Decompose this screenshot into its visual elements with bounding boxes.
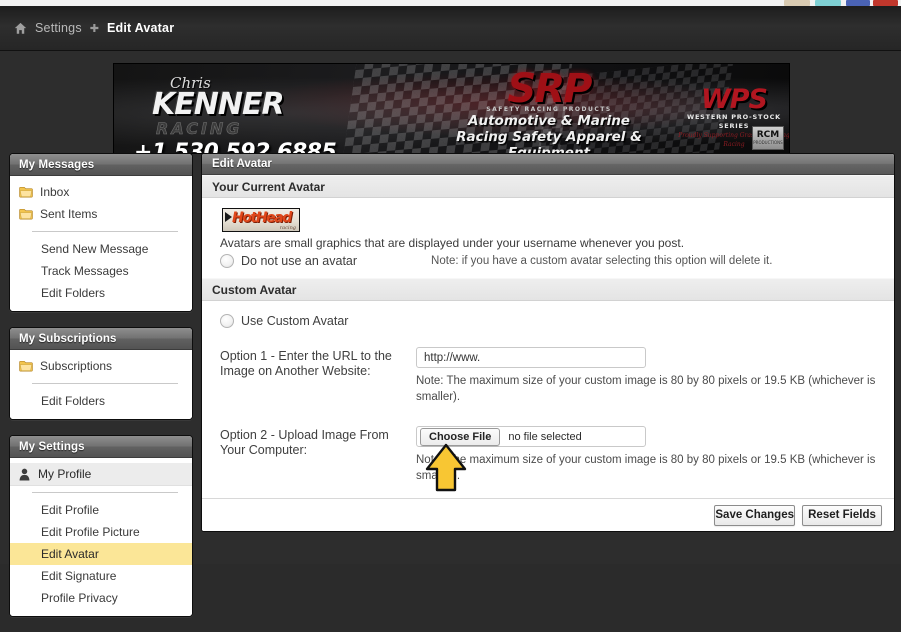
arrow-separator-icon: ✚ xyxy=(89,22,99,35)
section-body-current-avatar: HotHead racing Avatars are small graphic… xyxy=(202,198,894,278)
sidebar-item-sent-items[interactable]: Sent Items xyxy=(10,203,192,225)
sidebar-item-edit-profile[interactable]: Edit Profile xyxy=(10,499,192,521)
no-avatar-option-row[interactable]: Do not use an avatar Note: if you have a… xyxy=(220,254,882,268)
sidebar-item-edit-folders[interactable]: Edit Folders xyxy=(10,390,192,412)
file-selection-status: no file selected xyxy=(508,430,582,443)
choose-file-button[interactable]: Choose File xyxy=(420,427,501,446)
use-custom-avatar-option-row[interactable]: Use Custom Avatar xyxy=(220,314,882,328)
sidebar-item-edit-folders[interactable]: Edit Folders xyxy=(10,282,192,304)
avatar-logo-text: HotHead xyxy=(232,210,292,226)
sidebar-item-my-profile[interactable]: My Profile xyxy=(10,463,192,486)
option-1-row: Option 1 - Enter the URL to the Image on… xyxy=(220,347,882,405)
sidebar-divider xyxy=(32,383,178,384)
sidebar-block-body: My Profile Edit Profile Edit Profile Pictu… xyxy=(10,458,192,616)
banner-kenner-racing-logo: Chris KENNER RACING +1 530 592 6885 xyxy=(124,76,394,154)
sidebar-item-label: Edit Folders xyxy=(41,286,106,300)
breadcrumb-settings-link[interactable]: Settings xyxy=(35,21,82,35)
banner-srp-line2: Racing Safety Apparel & Equipment xyxy=(456,129,642,154)
sidebar-block-title: My Settings xyxy=(10,436,192,458)
sidebar-block-title: My Subscriptions xyxy=(10,328,192,350)
main-panel: Edit Avatar Your Current Avatar HotHead … xyxy=(201,153,895,532)
sidebar-block: My Settings My Profile Edit Profile Edit Pr… xyxy=(9,435,193,617)
folder-icon xyxy=(19,360,33,372)
sidebar-item-label: Inbox xyxy=(40,185,70,199)
banner-srp-tagline: SAFETY RACING PRODUCTS xyxy=(486,106,612,113)
banner-phone-number: +1 530 592 6885 xyxy=(134,140,337,154)
sidebar-item-label: Track Messages xyxy=(41,264,129,278)
sidebar-item-send-new-message[interactable]: Send New Message xyxy=(10,238,192,260)
panel-footer: Save Changes Reset Fields xyxy=(202,498,894,531)
sidebar-item-label: Subscriptions xyxy=(40,359,113,373)
radio-label-do-not-use-avatar[interactable]: Do not use an avatar xyxy=(241,254,357,268)
sidebar-divider xyxy=(32,492,178,493)
banner-kenner-racing-word: RACING xyxy=(156,119,243,138)
option-1-field-group: Note: The maximum size of your custom im… xyxy=(416,347,882,405)
banner-rcm-badge: RCM PRODUCTIONS xyxy=(752,126,784,150)
home-icon[interactable] xyxy=(14,22,27,35)
sidebar-block: My Subscriptions Subscriptions Edit Folder… xyxy=(9,327,193,420)
sidebar-item-label: My Profile xyxy=(38,467,92,481)
banner-srp-logo: SRP SAFETY RACING PRODUCTS Automotive & … xyxy=(414,66,684,154)
section-header-current-avatar: Your Current Avatar xyxy=(202,175,894,198)
avatar-description: Avatars are small graphics that are disp… xyxy=(220,236,685,250)
sidebar-block-title: My Messages xyxy=(10,154,192,176)
sidebar-block-body: Subscriptions Edit Folders xyxy=(10,350,192,419)
radio-use-custom-avatar[interactable] xyxy=(220,314,234,328)
sidebar-item-label: Profile Privacy xyxy=(41,591,118,605)
option-2-row: Option 2 - Upload Image From Your Comput… xyxy=(220,426,882,484)
folder-icon xyxy=(19,208,33,220)
sidebar-item-label: Edit Profile Picture xyxy=(41,525,140,539)
sidebar-block-body: Inbox Sent Items Send New Message Track Mes… xyxy=(10,176,192,311)
banner-srp-title: SRP xyxy=(507,66,593,112)
avatar-triangle-icon xyxy=(225,212,232,222)
sidebar-item-inbox[interactable]: Inbox xyxy=(10,181,192,203)
sidebar: My Messages Inbox Sent Items Send New Messa… xyxy=(9,153,193,632)
breadcrumb: Settings ✚ Edit Avatar xyxy=(0,6,901,51)
radio-label-use-custom-avatar[interactable]: Use Custom Avatar xyxy=(241,314,348,328)
section-header-custom-avatar: Custom Avatar xyxy=(202,278,894,301)
breadcrumb-current-page: Edit Avatar xyxy=(107,21,175,35)
radio-do-not-use-avatar[interactable] xyxy=(220,254,234,268)
panel-title: Edit Avatar xyxy=(202,154,894,175)
sidebar-item-edit-profile-picture[interactable]: Edit Profile Picture xyxy=(10,521,192,543)
banner-wps-title: WPS xyxy=(700,84,768,115)
reset-fields-button[interactable]: Reset Fields xyxy=(802,504,882,526)
option-2-label: Option 2 - Upload Image From Your Comput… xyxy=(220,428,389,457)
sidebar-item-subscriptions[interactable]: Subscriptions xyxy=(10,355,192,377)
save-changes-button[interactable]: Save Changes xyxy=(714,504,795,526)
sidebar-item-label: Send New Message xyxy=(41,242,149,256)
sidebar-item-label: Edit Avatar xyxy=(41,547,99,561)
banner-rcm-bottom: PRODUCTIONS xyxy=(753,140,783,145)
avatar-url-input[interactable] xyxy=(416,347,646,368)
sidebar-item-label: Edit Profile xyxy=(41,503,100,517)
banner-rcm-top: RCM xyxy=(756,130,780,140)
option-2-field-group: Choose File no file selected Note: The m… xyxy=(416,426,882,484)
option-2-note: Note: The maximum size of your custom im… xyxy=(416,454,876,482)
banner-kenner-name: KENNER xyxy=(152,87,285,122)
avatar-file-input[interactable]: Choose File no file selected xyxy=(416,426,646,447)
folder-icon xyxy=(19,186,33,198)
sidebar-item-label: Edit Signature xyxy=(41,569,117,583)
sidebar-item-label: Edit Folders xyxy=(41,394,106,408)
person-icon xyxy=(19,468,30,481)
option-1-label: Option 1 - Enter the URL to the Image on… xyxy=(220,349,392,378)
option-1-note: Note: The maximum size of your custom im… xyxy=(416,375,876,403)
no-avatar-note: Note: if you have a custom avatar select… xyxy=(431,255,773,267)
sidebar-item-profile-privacy[interactable]: Profile Privacy xyxy=(10,587,192,609)
sidebar-item-track-messages[interactable]: Track Messages xyxy=(10,260,192,282)
banner-advertisement[interactable]: Chris KENNER RACING +1 530 592 6885 SRP … xyxy=(113,63,790,154)
banner-srp-line1: Automotive & Marine xyxy=(468,113,630,129)
sidebar-item-edit-signature[interactable]: Edit Signature xyxy=(10,565,192,587)
sidebar-block: My Messages Inbox Sent Items Send New Messa… xyxy=(9,153,193,312)
sidebar-divider xyxy=(32,231,178,232)
sidebar-item-label: Sent Items xyxy=(40,207,98,221)
current-avatar-image: HotHead racing xyxy=(222,208,300,232)
avatar-logo-subtext: racing xyxy=(279,225,296,231)
section-body-custom-avatar: Use Custom Avatar Option 1 - Enter the U… xyxy=(202,301,894,498)
sidebar-item-edit-avatar[interactable]: Edit Avatar xyxy=(10,543,192,565)
